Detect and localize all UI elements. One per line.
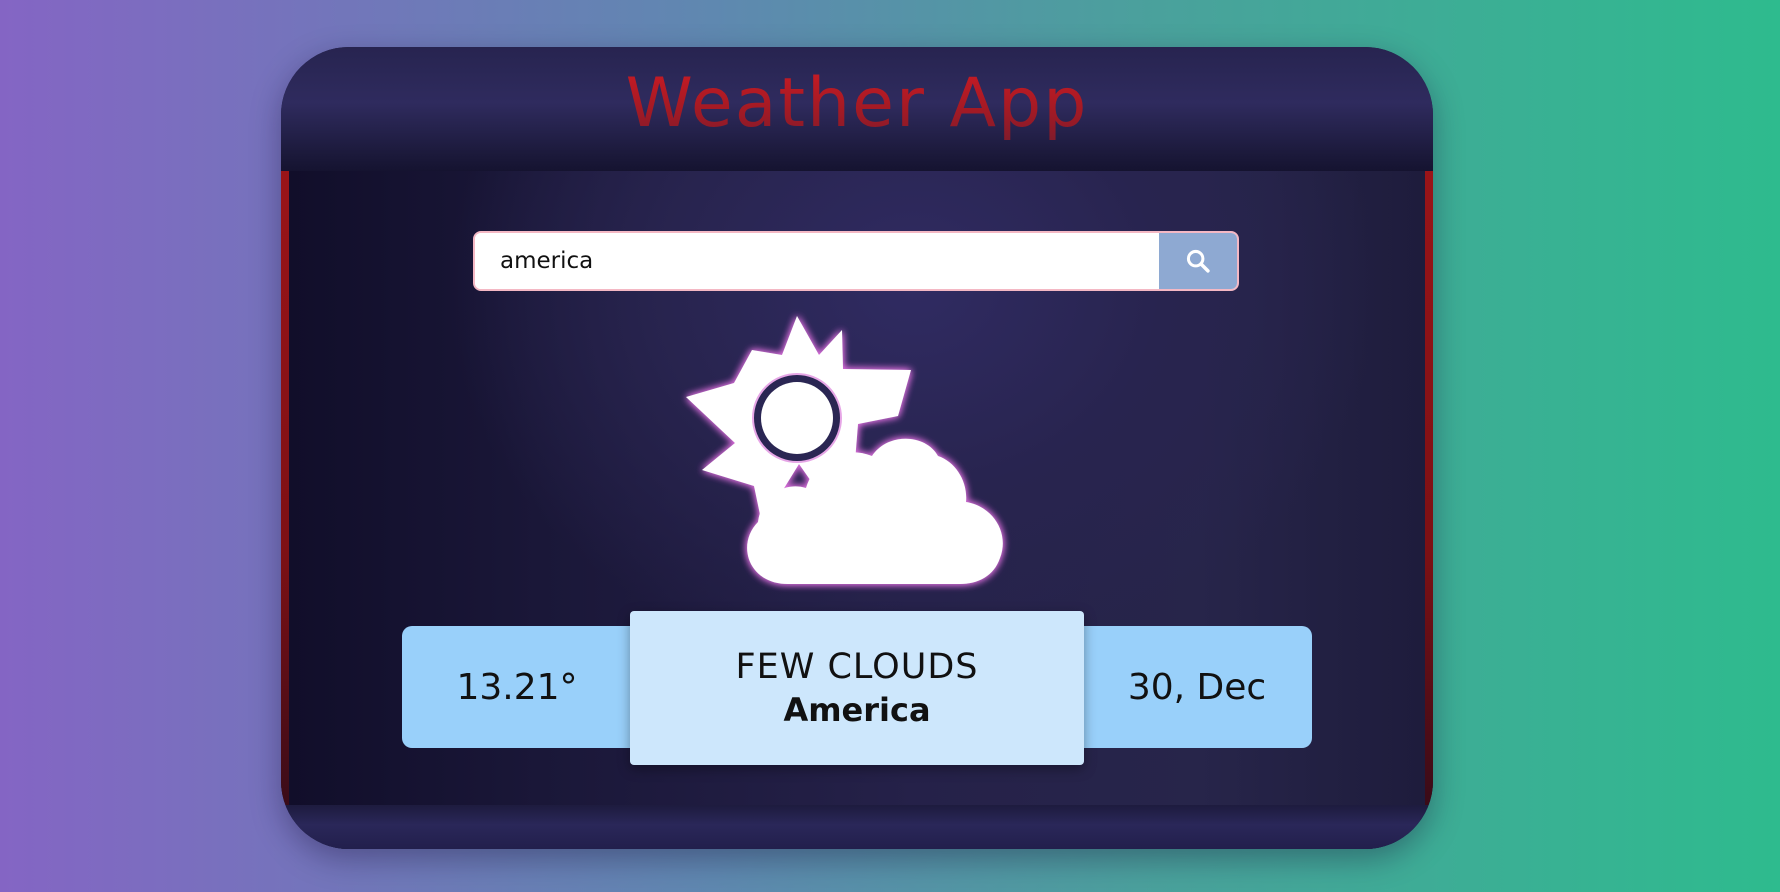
temperature-value: 13.21°	[456, 666, 578, 708]
app-title: Weather App	[281, 63, 1433, 145]
search-bar	[473, 231, 1239, 291]
date-value: 30, Dec	[1127, 666, 1267, 708]
search-icon	[1186, 249, 1210, 273]
left-edge-accent	[281, 171, 289, 805]
weather-description: FEW CLOUDS	[735, 647, 979, 687]
temperature-card: 13.21°	[402, 626, 632, 748]
condition-card: FEW CLOUDS America	[630, 611, 1084, 765]
search-button[interactable]	[1159, 233, 1237, 289]
app-header: Weather App	[281, 47, 1433, 171]
right-edge-accent	[1425, 171, 1433, 805]
search-input[interactable]	[475, 233, 1159, 289]
partly-cloudy-icon	[686, 316, 1003, 584]
date-card: 30, Dec	[1082, 626, 1312, 748]
app-footer	[281, 805, 1433, 849]
city-name: America	[783, 691, 931, 729]
